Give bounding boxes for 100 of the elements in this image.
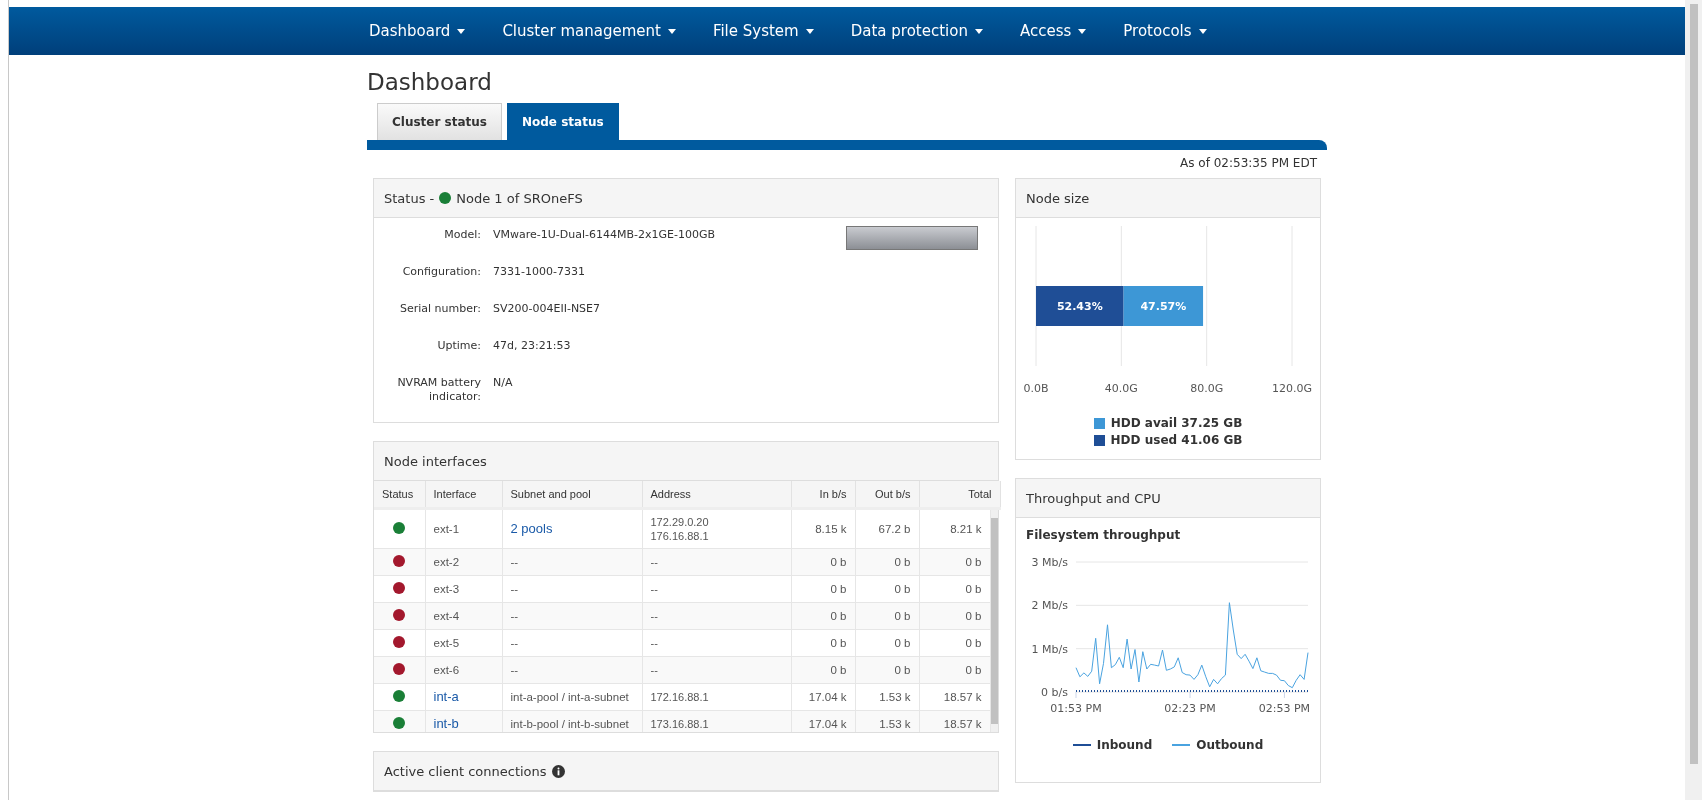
table-cell: 0 b [965,637,982,649]
caret-icon [1078,28,1087,34]
column-header: Address [642,481,791,509]
table-cell: ext-2 [433,556,460,568]
table-cell-text: -- [650,609,659,623]
axis-tick-label: 01:53 PM [1050,702,1102,715]
table-cell-text: 173.16.88.1 [650,717,710,731]
axis-tick-label: 80.0G [1190,382,1224,395]
table-scrollbar[interactable] [990,510,998,732]
caret-icon [667,28,676,34]
legend-item: HDD avail 37.25 GB [1093,416,1243,430]
table-cell: ext-3 [433,583,460,595]
field-label: Serial number: [398,302,481,317]
field-value: VMware-1U-Dual-6144MB-2x1GE-100GB [493,228,715,243]
field-value: 47d, 23:21:53 [493,339,571,354]
table-cell: 8.15 k [815,523,847,535]
table-cell: 0 b [894,583,911,595]
table-cell: -- [510,583,519,595]
column-header: In b/s [791,481,855,509]
field-value: SV200-004EII-NSE7 [493,302,601,317]
table-cell: 1.53 k [879,718,911,730]
chart-title: Filesystem throughput [1025,527,1182,542]
table-cell: 17.04 k [808,691,847,703]
table-cell: ext-6 [433,664,460,676]
table-cell: 0 b [965,610,982,622]
table-cell: int-a-pool / int-a-subnet [510,691,629,703]
axis-tick-label: 40.0G [1104,382,1138,395]
legend-line-icon [1172,743,1191,747]
nav-menu-item[interactable]: Cluster management [500,22,694,40]
table-cell: 8.21 k [950,523,982,535]
axis-tick-label: 02:23 PM [1164,702,1216,715]
bar-value-label: 47.57% [1140,300,1187,313]
panel-title: Active client connections [384,763,547,779]
table-cell-text: -- [650,555,659,569]
table-cell: 0 b [894,610,911,622]
legend-line-icon [1072,743,1091,747]
caret-icon [457,28,466,34]
panel-title: Node size [1026,190,1090,206]
nav-menu-item[interactable]: Protocols [1121,22,1225,40]
axis-tick-label: 0 b/s [1041,686,1068,699]
table-cell: 0 b [965,664,982,676]
table-cell: 67.2 b [878,523,911,535]
table-cell: -- [510,556,519,568]
legend-item: HDD used 41.06 GB [1093,433,1243,447]
field-label: NVRAM battery indicator: [396,376,481,404]
table-cell: ext-1 [433,523,460,535]
panel-title: Status - [384,190,435,206]
panel-title: Node 1 of SROneFS [456,190,583,206]
caret-icon [1198,28,1207,34]
field-label: Model: [443,228,481,243]
table-cell: 0 b [965,583,982,595]
axis-tick-label: 0.0B [1023,382,1049,395]
table-cell: int-b-pool / int-b-subnet [510,718,629,730]
legend-item[interactable]: Outbound [1172,738,1264,752]
table-cell: 18.57 k [943,718,982,730]
table-cell: -- [510,637,519,649]
table-cell: 17.04 k [808,718,847,730]
panel-title: Node interfaces [384,453,487,469]
column-header: Interface [425,481,502,509]
table-cell: 18.57 k [943,691,982,703]
field-value: 7331-1000-7331 [493,265,585,280]
table-cell-text: -- [650,636,659,650]
interface-link[interactable]: int-a [433,689,459,704]
legend-item[interactable]: Inbound [1072,738,1153,752]
table-cell: 0 b [965,556,982,568]
table-cell-text: 172.16.88.1 [650,690,710,704]
tab[interactable]: Cluster status [377,103,502,140]
nav-menu-item[interactable]: Access [1017,22,1105,40]
page-title: Dashboard [367,69,493,95]
caret-icon [974,28,983,34]
axis-tick-label: 02:53 PM [1258,702,1311,715]
table-cell: ext-5 [433,637,460,649]
table-cell-text: -- [650,663,659,677]
table-cell: 1.53 k [879,691,911,703]
column-header: Out b/s [855,481,919,509]
table-cell: 0 b [894,556,911,568]
table-cell: ext-4 [433,610,460,622]
bar-value-label: 52.43% [1056,300,1103,313]
table-cell: 0 b [830,583,847,595]
table-cell: -- [510,610,519,622]
table-cell-text: 172.29.0.20 [650,515,710,529]
field-value: N/A [493,376,513,391]
caret-icon [805,28,814,34]
table-cell: 0 b [894,664,911,676]
table-cell: -- [510,664,519,676]
panel-title: Throughput and CPU [1026,490,1161,506]
table-cell-text: -- [650,582,659,596]
table-cell: 0 b [830,664,847,676]
nav-menu-item[interactable]: Data protection [848,22,1001,40]
pools-link[interactable]: 2 pools [510,521,553,536]
table-cell-text: 176.16.88.1 [650,529,710,543]
nav-menu-item[interactable]: File System [710,22,832,40]
info-icon [551,764,565,778]
table-cell: 0 b [894,637,911,649]
axis-tick-label: 1 Mb/s [1031,642,1068,656]
page-scrollbar[interactable] [1685,0,1702,800]
tab[interactable]: Node status [507,103,619,140]
nav-menu-item[interactable]: Dashboard [367,22,484,40]
axis-tick-label: 2 Mb/s [1031,599,1068,613]
timestamp: As of 02:53:35 PM EDT [1180,156,1317,170]
